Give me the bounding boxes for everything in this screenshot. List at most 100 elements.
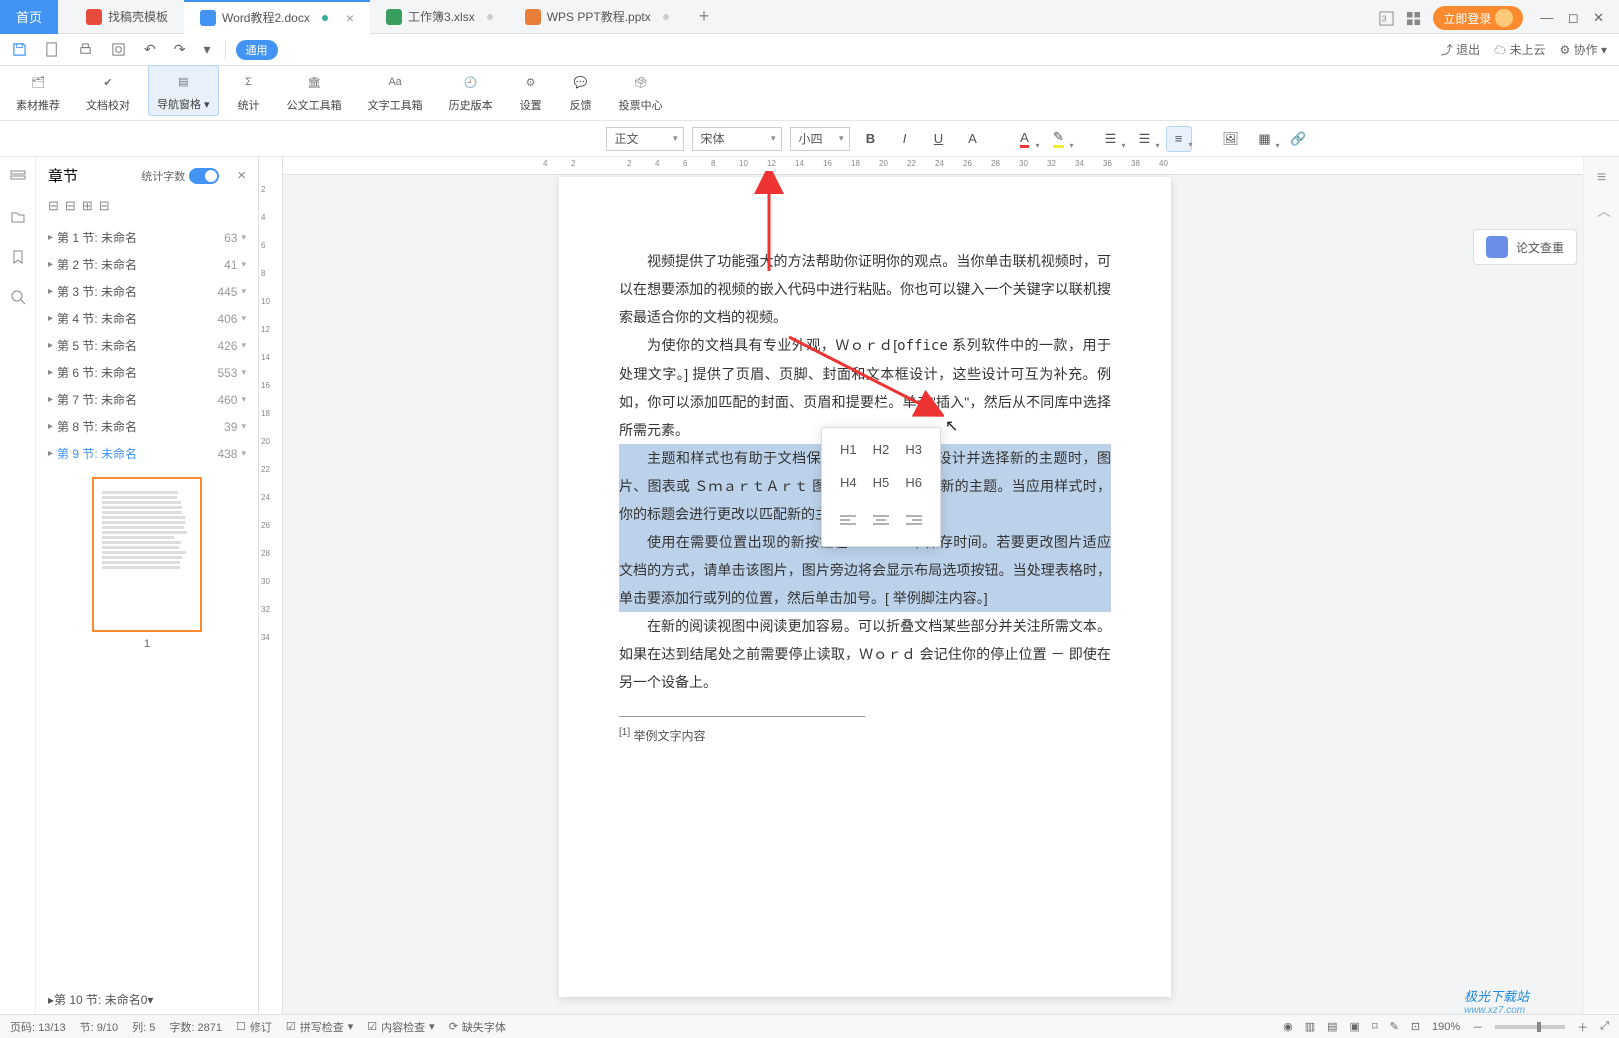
remove-section-icon[interactable]: ⊟ bbox=[99, 198, 110, 214]
chapter-item[interactable]: ▸第 5 节: 未命名426▾ bbox=[36, 332, 258, 359]
paragraph[interactable]: 视频提供了功能强大的方法帮助你证明你的观点。当你单击联机视频时，可以在想要添加的… bbox=[619, 247, 1111, 331]
link-button[interactable]: 🔗 bbox=[1286, 126, 1312, 152]
file-tab-xls[interactable]: 工作簿3.xlsx bbox=[370, 0, 509, 34]
expand-all-icon[interactable]: ⊟ bbox=[65, 198, 76, 214]
table-button[interactable]: ▦ bbox=[1252, 126, 1278, 152]
ribbon-material[interactable]: 🗂素材推荐 bbox=[8, 67, 68, 116]
close-icon[interactable]: × bbox=[346, 10, 354, 26]
status-wordcount[interactable]: 字数: 2871 bbox=[169, 1019, 222, 1035]
panel-icon[interactable]: 3 bbox=[1379, 11, 1394, 26]
chapter-item[interactable]: ▸第 9 节: 未命名438▾ bbox=[36, 440, 258, 467]
login-button[interactable]: 立即登录 bbox=[1433, 6, 1523, 30]
highlight-button[interactable]: ✎ bbox=[1046, 126, 1072, 152]
file-tab-template[interactable]: 找稿壳模板 bbox=[70, 0, 184, 34]
chapter-item[interactable]: ▸第 2 节: 未命名41▾ bbox=[36, 251, 258, 278]
chapter-item[interactable]: ▸第 6 节: 未命名553▾ bbox=[36, 359, 258, 386]
image-button[interactable]: 🖼 bbox=[1218, 126, 1244, 152]
close-button[interactable]: ✕ bbox=[1588, 10, 1609, 25]
italic-button[interactable]: I bbox=[892, 126, 918, 152]
chapter-item[interactable]: ▸第 3 节: 未命名445▾ bbox=[36, 278, 258, 305]
font-color-button[interactable]: A bbox=[1012, 126, 1038, 152]
font-select[interactable]: 宋体 bbox=[692, 127, 782, 151]
view-page-icon[interactable]: ▥ bbox=[1305, 1020, 1315, 1033]
panel-close-icon[interactable]: × bbox=[237, 167, 246, 184]
chapter-item[interactable]: ▸第 8 节: 未命名39▾ bbox=[36, 413, 258, 440]
rail-list-icon[interactable] bbox=[8, 167, 28, 187]
ribbon-text-tools[interactable]: Aa文字工具箱 bbox=[360, 67, 431, 116]
collapse-all-icon[interactable]: ⊟ bbox=[48, 198, 59, 214]
bold-button[interactable]: B bbox=[858, 126, 884, 152]
rail-search-icon[interactable] bbox=[8, 287, 28, 307]
ribbon-vote[interactable]: 🗳投票中心 bbox=[611, 67, 671, 116]
status-column[interactable]: 列: 5 bbox=[132, 1019, 155, 1035]
align-right-button[interactable] bbox=[902, 508, 926, 532]
read-mode-icon[interactable]: ⌑ bbox=[1372, 1020, 1378, 1033]
rail-expand-icon[interactable]: ≡ bbox=[1597, 169, 1606, 187]
bullets-button[interactable]: ☰ bbox=[1132, 126, 1158, 152]
paragraph[interactable]: 在新的阅读视图中阅读更加容易。可以折叠文档某些部分并关注所需文本。如果在达到结尾… bbox=[619, 612, 1111, 696]
zoom-value[interactable]: 190% bbox=[1432, 1021, 1460, 1033]
home-tab[interactable]: 首页 bbox=[0, 0, 58, 34]
chapter-item[interactable]: ▸第 1 节: 未命名63▾ bbox=[36, 224, 258, 251]
document-canvas[interactable]: 246810121416182022242628303234 422468101… bbox=[259, 157, 1619, 1014]
font-effect-button[interactable]: A bbox=[960, 126, 986, 152]
add-section-icon[interactable]: ⊞ bbox=[82, 198, 93, 214]
view-outline-icon[interactable]: ▤ bbox=[1327, 1020, 1337, 1033]
grid-icon[interactable] bbox=[1406, 11, 1421, 26]
print-icon[interactable] bbox=[74, 42, 97, 57]
underline-button[interactable]: U bbox=[926, 126, 952, 152]
h1-button[interactable]: H1 bbox=[840, 442, 857, 457]
word-count-toggle[interactable] bbox=[189, 168, 219, 184]
ribbon-nav[interactable]: ▤导航窗格 ▾ bbox=[148, 65, 219, 116]
save-icon[interactable] bbox=[8, 42, 31, 57]
zoom-in-button[interactable]: ＋ bbox=[1577, 1019, 1588, 1035]
chapter-item[interactable]: ▸第 4 节: 未命名406▾ bbox=[36, 305, 258, 332]
align-left-button[interactable] bbox=[836, 508, 860, 532]
zoom-out-button[interactable]: － bbox=[1472, 1019, 1483, 1035]
add-tab-button[interactable]: + bbox=[685, 6, 724, 27]
redo-icon[interactable]: ↷ bbox=[170, 41, 190, 58]
status-font[interactable]: ⟳ 缺失字体 bbox=[449, 1019, 506, 1035]
status-content[interactable]: ☑ 内容检查 ▾ bbox=[367, 1019, 434, 1035]
maximize-button[interactable]: ◻ bbox=[1563, 10, 1584, 25]
minimize-button[interactable]: — bbox=[1535, 10, 1558, 25]
file-tab-ppt[interactable]: WPS PPT教程.pptx bbox=[509, 0, 685, 34]
ribbon-history[interactable]: 🕘历史版本 bbox=[441, 67, 501, 116]
zoom-fit-icon[interactable]: ⊡ bbox=[1411, 1020, 1420, 1033]
h2-button[interactable]: H2 bbox=[873, 442, 890, 457]
scroll-up-icon[interactable]: ︿ bbox=[1597, 201, 1611, 221]
align-center-button[interactable] bbox=[869, 508, 893, 532]
h4-button[interactable]: H4 bbox=[840, 475, 857, 490]
h5-button[interactable]: H5 bbox=[873, 475, 890, 490]
file-tab-doc[interactable]: Word教程2.docx × bbox=[184, 0, 370, 34]
ribbon-proofread[interactable]: ✔文档校对 bbox=[78, 67, 138, 116]
dropdown-icon[interactable]: ▾ bbox=[199, 41, 214, 58]
view-eye-icon[interactable]: ◉ bbox=[1283, 1020, 1293, 1033]
view-web-icon[interactable]: ▣ bbox=[1350, 1020, 1360, 1033]
status-revise[interactable]: ☐ 修订 bbox=[236, 1019, 272, 1035]
preview-icon[interactable] bbox=[107, 42, 130, 57]
chapter-item[interactable]: ▸第 7 节: 未命名460▾ bbox=[36, 386, 258, 413]
rail-bookmark-icon[interactable] bbox=[8, 247, 28, 267]
mode-pill[interactable]: 通用 bbox=[236, 40, 278, 60]
chapter-item-last[interactable]: ▸ 第 10 节: 未命名 0 ▾ bbox=[36, 985, 258, 1014]
numbering-button[interactable]: ☰ bbox=[1098, 126, 1124, 152]
h6-button[interactable]: H6 bbox=[905, 475, 922, 490]
cloud-status[interactable]: ☁ 未上云 bbox=[1494, 41, 1545, 58]
ribbon-settings[interactable]: ⚙设置 bbox=[511, 67, 551, 116]
exit-button[interactable]: ⤴ 退出 bbox=[1441, 41, 1480, 58]
ribbon-official[interactable]: 🏛公文工具箱 bbox=[279, 67, 350, 116]
fullscreen-icon[interactable]: ⤢ bbox=[1600, 1020, 1609, 1033]
align-button[interactable]: ≡ bbox=[1166, 126, 1192, 152]
collab-button[interactable]: ⚙ 协作 ▾ bbox=[1560, 41, 1607, 58]
rail-folder-icon[interactable] bbox=[8, 207, 28, 227]
page-thumbnail[interactable]: 1 bbox=[36, 477, 258, 650]
status-page[interactable]: 页码: 13/13 bbox=[10, 1019, 66, 1035]
zoom-slider[interactable] bbox=[1495, 1025, 1565, 1029]
pen-icon[interactable]: ✎ bbox=[1390, 1020, 1399, 1033]
undo-icon[interactable]: ↶ bbox=[140, 41, 160, 58]
citation-widget[interactable]: 论文查重 bbox=[1473, 229, 1577, 265]
style-select[interactable]: 正文 bbox=[606, 127, 684, 151]
size-select[interactable]: 小四 bbox=[790, 127, 850, 151]
status-section[interactable]: 节: 9/10 bbox=[80, 1019, 119, 1035]
